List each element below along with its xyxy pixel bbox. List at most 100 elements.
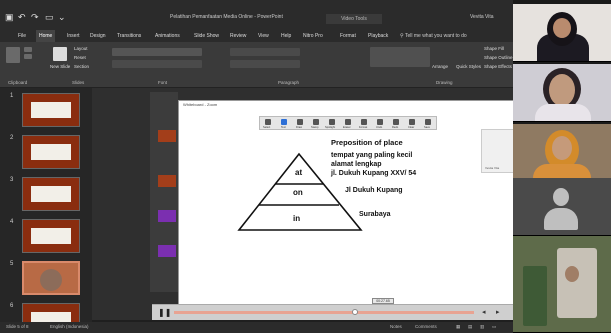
- language-indicator[interactable]: English (Indonesia): [50, 324, 89, 329]
- participant-thumbnail-name: Vevita Vita: [485, 166, 500, 170]
- participant-video-panel: [513, 0, 611, 333]
- select-tool-icon[interactable]: [265, 119, 271, 125]
- font-format-buttons[interactable]: [112, 60, 202, 68]
- note-line-4: Jl Dukuh Kupang: [345, 187, 403, 194]
- draw-tool-icon[interactable]: [297, 119, 303, 125]
- window-title: Pelatihan Pemanfaatan Media Online - Pow…: [170, 14, 283, 20]
- slide-number: 3: [10, 177, 14, 183]
- pause-icon[interactable]: ❚❚: [158, 308, 171, 317]
- tool-label: Spotlight: [325, 126, 336, 129]
- ribbon: Clipboard New Slide Layout Reset Section…: [0, 42, 513, 92]
- tool-label: Redo: [392, 126, 399, 129]
- previous-icon[interactable]: ◂: [482, 308, 486, 316]
- arrange-button[interactable]: Arrange: [432, 64, 448, 69]
- slide-thumbnail-3[interactable]: [22, 177, 80, 211]
- undo-icon[interactable]: ↶: [18, 12, 26, 23]
- eraser-tool-icon[interactable]: [345, 119, 351, 125]
- font-family-select[interactable]: [112, 48, 202, 56]
- tab-file[interactable]: File: [18, 30, 26, 42]
- pyramid-label-on: on: [293, 188, 303, 197]
- sorter-view-icon[interactable]: ▤: [468, 324, 472, 330]
- drawing-group-label: Drawing: [436, 80, 453, 85]
- shapes-gallery[interactable]: [370, 47, 430, 67]
- tab-insert[interactable]: Insert: [67, 30, 80, 42]
- tab-format[interactable]: Format: [340, 30, 356, 42]
- present-icon[interactable]: ▭: [45, 12, 54, 23]
- slide-thumbnail-4[interactable]: [22, 219, 80, 253]
- playback-track[interactable]: [174, 311, 474, 314]
- participant-video-3[interactable]: [513, 124, 611, 182]
- video-tools-label: Video Tools: [326, 14, 382, 24]
- slide-thumbnail-2[interactable]: [22, 135, 80, 169]
- section-button[interactable]: Section: [74, 64, 89, 69]
- spotlight-tool-icon[interactable]: [329, 119, 335, 125]
- participant-torso: [535, 104, 591, 121]
- quick-styles-button[interactable]: Quick Styles: [456, 64, 481, 69]
- paste-icon[interactable]: [6, 47, 20, 63]
- undo-tool-icon[interactable]: [377, 119, 383, 125]
- tab-animations[interactable]: Animations: [155, 30, 180, 42]
- participant-video-2[interactable]: [513, 64, 611, 122]
- user-name[interactable]: Vevita Vita: [470, 14, 494, 20]
- redo-tool-icon[interactable]: [393, 119, 399, 125]
- video-playback-bar: ❚❚ 00:27.65 ◂ ▸: [152, 298, 514, 320]
- cut-icon[interactable]: [24, 47, 32, 52]
- slide-thumbnail-panel: 1 2 3 4 5 6: [0, 88, 92, 333]
- redo-icon[interactable]: ↷: [31, 12, 39, 23]
- slide-thumbnail-1[interactable]: [22, 93, 80, 127]
- slide-number: 6: [10, 303, 14, 309]
- background-plant: [523, 266, 547, 326]
- inner-thumbnail: [158, 175, 176, 187]
- save-icon[interactable]: ▣: [5, 12, 14, 23]
- copy-icon[interactable]: [24, 54, 32, 59]
- participant-video-4[interactable]: [513, 178, 611, 236]
- clear-tool-icon[interactable]: [409, 119, 415, 125]
- notes-button[interactable]: Notes: [390, 324, 402, 329]
- participant-thumbnail: Vevita Vita: [481, 129, 515, 173]
- pyramid-label-at: at: [295, 168, 303, 177]
- tool-label: Undo: [376, 126, 383, 129]
- customize-icon[interactable]: ⌄: [58, 12, 66, 23]
- new-slide-icon[interactable]: [53, 47, 67, 61]
- layout-button[interactable]: Layout: [74, 46, 88, 51]
- tell-me-text: Tell me what you want to do: [404, 33, 467, 39]
- tab-nitro-pro[interactable]: Nitro Pro: [303, 30, 323, 42]
- tab-slide-show[interactable]: Slide Show: [194, 30, 219, 42]
- shape-outline-button[interactable]: Shape Outline: [484, 55, 513, 60]
- tool-label: Eraser: [343, 126, 351, 129]
- tab-review[interactable]: Review: [230, 30, 246, 42]
- participant-face: [553, 18, 571, 38]
- paragraph-group-label: Paragraph: [278, 80, 300, 85]
- tab-help[interactable]: Help: [281, 30, 291, 42]
- stamp-tool-icon[interactable]: [313, 119, 319, 125]
- participant-video-5[interactable]: [513, 236, 611, 333]
- slideshow-view-icon[interactable]: ▭: [492, 324, 496, 330]
- next-icon[interactable]: ▸: [496, 308, 500, 316]
- tab-design[interactable]: Design: [90, 30, 106, 42]
- playback-time: 00:27.65: [372, 298, 394, 304]
- slide-indicator: Slide 5 of 8: [6, 324, 29, 329]
- zoom-whiteboard[interactable]: Whiteboard - Zoom Select Text Draw Stamp…: [178, 100, 515, 308]
- pyramid-label-in: in: [293, 214, 301, 223]
- format-tool-icon[interactable]: [361, 119, 367, 125]
- list-buttons[interactable]: [230, 48, 300, 56]
- playback-knob[interactable]: [352, 309, 358, 315]
- avatar-head-icon: [553, 188, 569, 206]
- alignment-buttons[interactable]: [230, 60, 300, 68]
- new-slide-label[interactable]: New Slide: [50, 64, 70, 69]
- comments-button[interactable]: Comments: [415, 324, 437, 329]
- tab-playback[interactable]: Playback: [368, 30, 388, 42]
- text-tool-icon[interactable]: [281, 119, 287, 125]
- tab-transitions[interactable]: Transitions: [117, 30, 141, 42]
- reading-view-icon[interactable]: ▥: [480, 324, 484, 330]
- shape-fill-button[interactable]: Shape Fill: [484, 46, 504, 51]
- save-tool-icon[interactable]: [425, 119, 431, 125]
- shape-effects-button[interactable]: Shape Effects: [484, 64, 512, 69]
- tab-view[interactable]: View: [258, 30, 269, 42]
- reset-button[interactable]: Reset: [74, 55, 86, 60]
- normal-view-icon[interactable]: ▦: [456, 324, 460, 330]
- slide-thumbnail-5[interactable]: [22, 261, 80, 295]
- participant-video-1[interactable]: [513, 4, 611, 62]
- tool-label: Format: [359, 126, 368, 129]
- tell-me-search[interactable]: ⚲ Tell me what you want to do: [400, 30, 467, 42]
